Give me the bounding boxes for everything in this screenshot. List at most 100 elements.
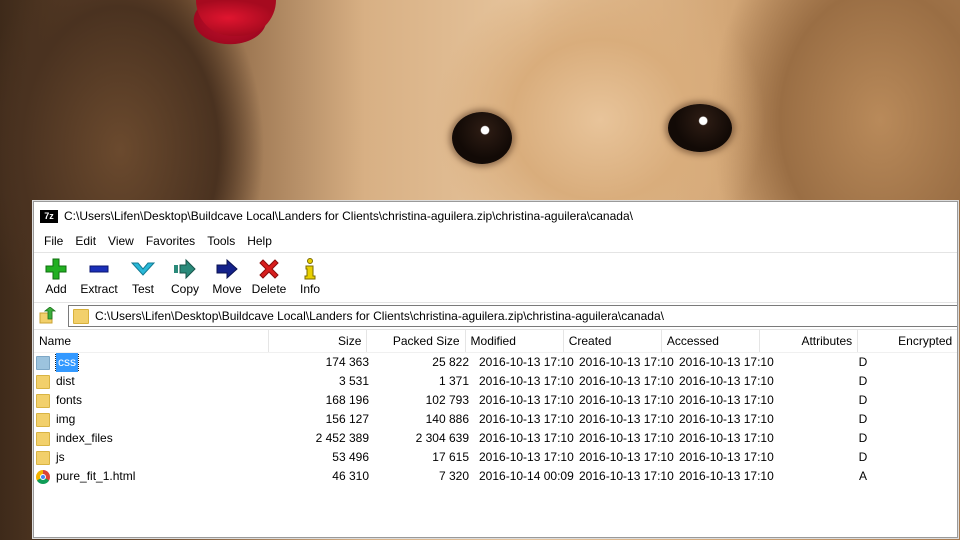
copy-arrow-icon	[173, 258, 197, 280]
delete-button[interactable]: Delete	[248, 253, 290, 296]
col-created[interactable]: Created	[564, 330, 662, 352]
folder-icon	[36, 355, 50, 370]
file-created: 2016-10-13 17:10	[579, 374, 674, 388]
file-accessed: 2016-10-13 17:10	[679, 412, 774, 426]
address-bar: C:\Users\Lifen\Desktop\Buildcave Local\L…	[34, 303, 957, 330]
info-icon	[298, 258, 322, 280]
col-packed-size[interactable]: Packed Size	[367, 330, 466, 352]
extract-label: Extract	[80, 282, 118, 296]
file-size: 156 127	[325, 412, 369, 426]
delete-label: Delete	[251, 282, 287, 296]
x-icon	[257, 258, 281, 280]
col-name[interactable]: Name	[34, 330, 270, 352]
table-row[interactable]: img 156 127 140 886 2016-10-13 17:10 201…	[34, 410, 957, 429]
file-list: Name Size Packed Size Modified Created A…	[34, 330, 957, 486]
file-name[interactable]: js	[56, 448, 65, 467]
col-encrypted[interactable]: Encrypted	[858, 330, 957, 352]
file-accessed: 2016-10-13 17:10	[679, 374, 774, 388]
col-accessed[interactable]: Accessed	[662, 330, 761, 352]
file-name[interactable]: dist	[56, 372, 75, 391]
folder-icon	[36, 412, 50, 427]
col-size[interactable]: Size	[269, 330, 368, 352]
file-packed-size: 2 304 639	[415, 431, 469, 445]
file-name[interactable]: index_files	[56, 429, 113, 448]
file-packed-size: 7 320	[438, 469, 469, 483]
address-path: C:\Users\Lifen\Desktop\Buildcave Local\L…	[95, 309, 664, 323]
file-attributes: D	[858, 393, 868, 407]
file-modified: 2016-10-14 00:09	[479, 469, 574, 483]
table-row[interactable]: dist 3 531 1 371 2016-10-13 17:10 2016-1…	[34, 372, 957, 391]
menu-help[interactable]: Help	[241, 234, 278, 248]
table-row[interactable]: css 174 363 25 822 2016-10-13 17:10 2016…	[34, 353, 957, 372]
table-row[interactable]: pure_fit_1.html 46 310 7 320 2016-10-14 …	[34, 467, 957, 486]
file-modified: 2016-10-13 17:10	[479, 355, 574, 369]
folder-icon	[36, 374, 50, 389]
col-modified[interactable]: Modified	[466, 330, 564, 352]
file-created: 2016-10-13 17:10	[579, 355, 674, 369]
file-attributes: D	[858, 450, 868, 464]
puppy-eye-right	[668, 104, 732, 152]
file-size: 174 363	[325, 355, 369, 369]
folder-icon	[36, 431, 50, 446]
menu-favorites[interactable]: Favorites	[140, 234, 201, 248]
file-created: 2016-10-13 17:10	[579, 431, 674, 445]
plus-icon	[44, 258, 68, 280]
table-row[interactable]: fonts 168 196 102 793 2016-10-13 17:10 2…	[34, 391, 957, 410]
title-bar[interactable]: 7z C:\Users\Lifen\Desktop\Buildcave Loca…	[34, 202, 957, 230]
toolbar: Add Extract Test Copy Move Delete Info	[34, 252, 957, 303]
file-packed-size: 25 822	[432, 355, 469, 369]
file-name[interactable]: img	[56, 410, 75, 429]
file-name[interactable]: css	[55, 353, 79, 372]
file-attributes: A	[858, 469, 867, 483]
file-size: 2 452 389	[315, 431, 369, 445]
file-attributes: D	[858, 412, 868, 426]
menu-view[interactable]: View	[102, 234, 140, 248]
file-accessed: 2016-10-13 17:10	[679, 431, 774, 445]
file-modified: 2016-10-13 17:10	[479, 393, 574, 407]
table-row[interactable]: index_files 2 452 389 2 304 639 2016-10-…	[34, 429, 957, 448]
file-size: 53 496	[332, 450, 369, 464]
add-button[interactable]: Add	[36, 253, 76, 296]
test-label: Test	[131, 282, 154, 296]
7zip-app-icon[interactable]: 7z	[40, 209, 58, 223]
file-accessed: 2016-10-13 17:10	[679, 450, 774, 464]
file-accessed: 2016-10-13 17:10	[679, 393, 774, 407]
folder-up-icon	[39, 307, 57, 324]
file-name[interactable]: pure_fit_1.html	[56, 467, 135, 486]
folder-icon	[36, 450, 50, 465]
folder-icon	[36, 393, 50, 408]
menu-edit[interactable]: Edit	[69, 234, 102, 248]
file-manager-window: 7z C:\Users\Lifen\Desktop\Buildcave Loca…	[33, 201, 958, 538]
address-input[interactable]: C:\Users\Lifen\Desktop\Buildcave Local\L…	[68, 305, 957, 327]
test-button[interactable]: Test	[122, 253, 164, 296]
col-attributes[interactable]: Attributes	[760, 330, 859, 352]
file-size: 168 196	[325, 393, 369, 407]
move-button[interactable]: Move	[206, 253, 248, 296]
file-created: 2016-10-13 17:10	[579, 469, 674, 483]
add-label: Add	[45, 282, 67, 296]
window-title: C:\Users\Lifen\Desktop\Buildcave Local\L…	[64, 209, 633, 223]
menu-bar: File Edit View Favorites Tools Help	[34, 230, 957, 252]
file-packed-size: 102 793	[425, 393, 469, 407]
puppy-eye-left	[452, 112, 512, 164]
folder-icon	[73, 308, 89, 324]
move-arrow-icon	[215, 258, 239, 280]
info-button[interactable]: Info	[290, 253, 330, 296]
up-folder-button[interactable]	[38, 306, 58, 326]
move-label: Move	[212, 282, 242, 296]
info-label: Info	[299, 282, 320, 296]
file-modified: 2016-10-13 17:10	[479, 450, 574, 464]
column-headers: Name Size Packed Size Modified Created A…	[34, 330, 957, 353]
table-row[interactable]: js 53 496 17 615 2016-10-13 17:10 2016-1…	[34, 448, 957, 467]
file-modified: 2016-10-13 17:10	[479, 412, 574, 426]
check-chevron-icon	[131, 258, 155, 280]
menu-tools[interactable]: Tools	[201, 234, 241, 248]
file-modified: 2016-10-13 17:10	[479, 374, 574, 388]
extract-button[interactable]: Extract	[76, 253, 122, 296]
file-attributes: D	[858, 355, 868, 369]
file-name[interactable]: fonts	[56, 391, 82, 410]
menu-file[interactable]: File	[38, 234, 69, 248]
copy-button[interactable]: Copy	[164, 253, 206, 296]
file-created: 2016-10-13 17:10	[579, 412, 674, 426]
file-packed-size: 17 615	[432, 450, 469, 464]
